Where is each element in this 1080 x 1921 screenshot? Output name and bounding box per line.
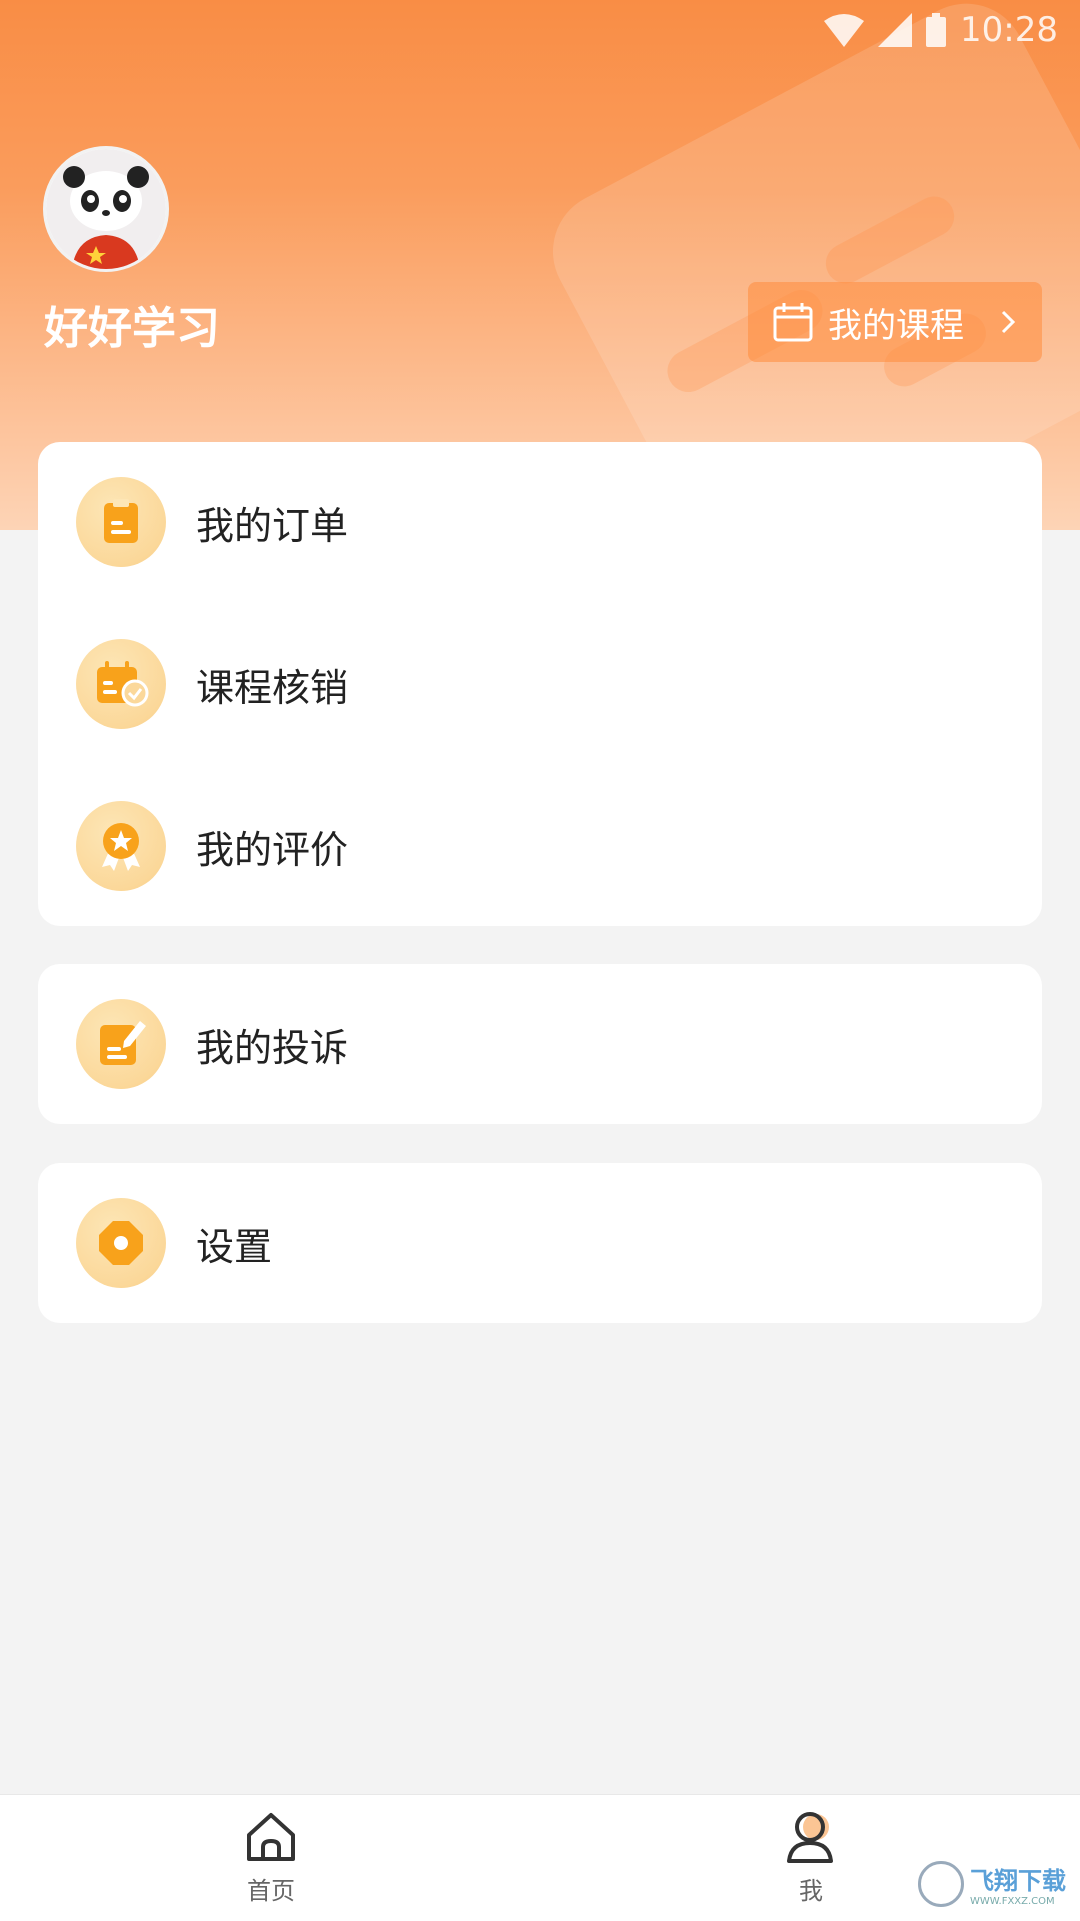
chevron-right-icon xyxy=(1001,310,1016,334)
menu-item-settings[interactable]: 设置 xyxy=(38,1173,1042,1313)
menu-item-label: 设置 xyxy=(196,1224,273,1269)
user-icon xyxy=(787,1812,833,1863)
battery-icon xyxy=(926,13,947,47)
edit-note-icon xyxy=(76,999,166,1089)
tab-home-label: 首页 xyxy=(247,1877,295,1905)
award-icon xyxy=(76,801,166,891)
username: 好好学习 xyxy=(44,303,220,354)
watermark-subtext: WWW.FXXZ.COM xyxy=(970,1896,1055,1907)
panda-avatar-icon xyxy=(46,149,166,269)
tab-me[interactable]: 我 xyxy=(711,1795,911,1921)
gear-icon xyxy=(76,1198,166,1288)
status-time: 10:28 xyxy=(960,10,1058,50)
tab-me-label: 我 xyxy=(799,1877,823,1905)
my-courses-button[interactable]: 我的课程 xyxy=(748,282,1042,362)
menu-item-orders[interactable]: 我的订单 xyxy=(38,452,1042,592)
menu-card-complaints: 我的投诉 xyxy=(38,964,1042,1124)
watermark-logo-icon xyxy=(918,1861,964,1907)
menu-item-course-verify[interactable]: 课程核销 xyxy=(38,614,1042,754)
menu-item-label: 我的订单 xyxy=(196,503,349,548)
menu-item-label: 我的投诉 xyxy=(196,1025,349,1070)
clipboard-icon xyxy=(76,477,166,567)
menu-card-primary: 我的订单 课程核销 我的评价 xyxy=(38,442,1042,926)
menu-item-label: 课程核销 xyxy=(196,665,349,710)
watermark-text: 飞翔下载 xyxy=(970,1867,1066,1895)
status-bar: 10:28 xyxy=(824,10,1058,50)
calendar-icon xyxy=(773,303,813,342)
cellular-signal-icon xyxy=(878,13,913,47)
menu-item-reviews[interactable]: 我的评价 xyxy=(38,776,1042,916)
home-icon xyxy=(247,1813,295,1861)
menu-item-label: 我的评价 xyxy=(196,827,349,872)
watermark: 飞翔下载 WWW.FXXZ.COM xyxy=(912,1858,1078,1910)
wifi-icon xyxy=(824,14,865,47)
menu-card-settings: 设置 xyxy=(38,1163,1042,1323)
my-courses-label: 我的课程 xyxy=(828,305,964,346)
menu-item-complaints[interactable]: 我的投诉 xyxy=(38,974,1042,1114)
calendar-check-icon xyxy=(76,639,166,729)
avatar[interactable] xyxy=(43,146,169,272)
tab-home[interactable]: 首页 xyxy=(171,1795,371,1921)
